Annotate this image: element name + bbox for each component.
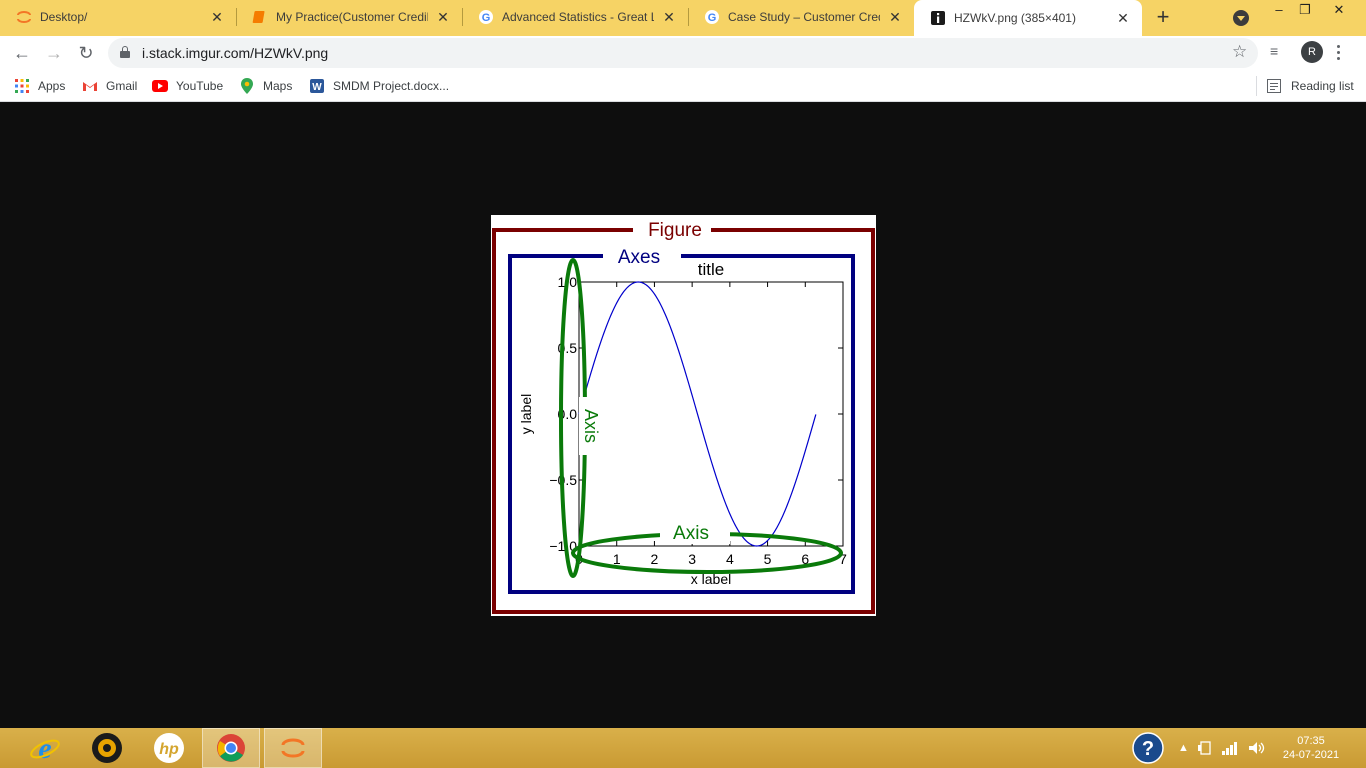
hp-icon[interactable]: hp — [140, 728, 198, 768]
chart-title: title — [698, 260, 724, 279]
battery-icon[interactable] — [1198, 728, 1214, 768]
address-bar[interactable]: i.stack.imgur.com/HZWkV.png ☆ — [108, 38, 1258, 68]
bookmark-label: Gmail — [106, 79, 138, 93]
restore-icon[interactable]: ❐ — [1290, 0, 1320, 20]
media-player-icon[interactable] — [78, 728, 136, 768]
matplotlib-anatomy-image[interactable]: Figure Axes title x label y label 012345… — [491, 215, 876, 616]
clock-date: 24-07-2021 — [1282, 749, 1340, 761]
tab-my-practice[interactable]: My Practice(Customer Credibil ✕ — [236, 0, 462, 34]
volume-icon[interactable] — [1248, 728, 1266, 768]
tab-title: HZWkV.png (385×401) — [954, 11, 1076, 25]
reading-list-button[interactable]: Reading list — [1256, 76, 1354, 96]
windows-taskbar: e hp ? ▲ 07:35 24-07-2021 — [0, 728, 1366, 768]
figure-svg: Figure Axes title x label y label 012345… — [492, 220, 875, 614]
bookmark-maps[interactable]: Maps — [239, 76, 292, 96]
bookmark-youtube[interactable]: YouTube — [152, 76, 223, 96]
network-icon[interactable] — [1222, 728, 1240, 768]
lock-icon[interactable] — [120, 46, 130, 58]
jupyter-icon — [16, 9, 32, 25]
x-tick-label: 1 — [613, 551, 621, 567]
notebook-icon — [252, 9, 268, 25]
word-icon: W — [309, 78, 325, 94]
browser-toolbar: ← → ↻ i.stack.imgur.com/HZWkV.png ☆ — [0, 36, 1366, 70]
tab-title: Case Study – Customer Credib — [728, 10, 880, 24]
reading-list-icon — [1267, 78, 1283, 94]
close-icon[interactable]: ✕ — [660, 8, 678, 26]
forward-icon[interactable]: → — [42, 41, 66, 65]
tab-title: Desktop/ — [40, 10, 88, 24]
close-icon[interactable]: ✕ — [434, 8, 452, 26]
x-tick-label: 2 — [651, 551, 659, 567]
imgur-icon — [930, 10, 946, 26]
maps-icon — [239, 78, 255, 94]
help-icon[interactable]: ? — [1132, 728, 1164, 768]
tab-advanced-statistics[interactable]: G Advanced Statistics - Great Lea ✕ — [462, 0, 688, 34]
bookmark-gmail[interactable]: Gmail — [82, 76, 137, 96]
jupyter-icon[interactable] — [264, 728, 322, 768]
google-icon: G — [478, 9, 494, 25]
reading-list-label: Reading list — [1291, 79, 1354, 93]
bookmark-star-icon[interactable]: ☆ — [1232, 42, 1247, 62]
bookmark-label: Apps — [38, 79, 66, 93]
clock-time: 07:35 — [1297, 735, 1325, 747]
bookmark-smdm-project[interactable]: W SMDM Project.docx... — [309, 76, 449, 96]
bookmark-label: YouTube — [176, 79, 224, 93]
apps-grid-icon — [14, 78, 30, 94]
axes-annotation: Axes — [618, 247, 660, 268]
bookmark-apps[interactable]: Apps — [14, 76, 65, 96]
tab-strip: Desktop/ ✕ My Practice(Customer Credibil… — [0, 0, 1366, 36]
gmail-icon — [82, 78, 98, 94]
y-axis-label: y label — [518, 394, 534, 434]
x-tick-label: 5 — [764, 551, 772, 567]
back-icon[interactable]: ← — [10, 41, 34, 65]
close-icon[interactable]: ✕ — [886, 8, 904, 26]
svg-text:W: W — [312, 82, 322, 93]
svg-text:e: e — [38, 732, 51, 764]
x-tick-label: 4 — [726, 551, 734, 567]
x-axis-annotation: Axis — [673, 523, 709, 544]
menu-icon[interactable] — [1334, 42, 1342, 62]
tab-title: Advanced Statistics - Great Lea — [502, 10, 654, 24]
new-tab-button[interactable]: + — [1152, 6, 1174, 29]
tab-title: My Practice(Customer Credibil — [276, 10, 428, 24]
figure-annotation: Figure — [648, 220, 702, 241]
close-icon[interactable]: ✕ — [1114, 9, 1132, 27]
system-clock[interactable]: 07:35 24-07-2021 — [1276, 734, 1346, 762]
tab-search-icon[interactable] — [1233, 10, 1249, 26]
svg-text:hp: hp — [159, 741, 179, 758]
bookmarks-bar: Apps Gmail YouTube Maps W SMDM Project.d… — [0, 70, 1366, 102]
y-axis-annotation: Axis — [581, 409, 601, 443]
reload-icon[interactable]: ↻ — [74, 41, 98, 65]
reading-mode-icon[interactable]: ≡ — [1270, 43, 1278, 59]
bookmark-label: SMDM Project.docx... — [333, 79, 450, 93]
image-viewer: Figure Axes title x label y label 012345… — [0, 103, 1366, 728]
svg-text:?: ? — [1142, 738, 1154, 760]
chrome-icon[interactable] — [202, 728, 260, 768]
close-icon[interactable]: ✕ — [208, 8, 226, 26]
internet-explorer-icon[interactable]: e — [16, 728, 74, 768]
youtube-icon — [152, 78, 168, 94]
tab-hzwkv-png[interactable]: HZWkV.png (385×401) ✕ — [914, 0, 1142, 36]
plot-area — [578, 281, 844, 547]
svg-text:G: G — [482, 12, 491, 24]
tab-case-study[interactable]: G Case Study – Customer Credib ✕ — [688, 0, 914, 34]
profile-avatar[interactable]: R — [1301, 41, 1323, 63]
tab-desktop[interactable]: Desktop/ ✕ — [0, 0, 236, 34]
svg-text:G: G — [708, 12, 717, 24]
x-tick-label: 3 — [688, 551, 696, 567]
window-close-icon[interactable]: ✕ — [1324, 0, 1354, 20]
tray-expand-icon[interactable]: ▲ — [1178, 728, 1189, 768]
bookmark-label: Maps — [263, 79, 293, 93]
google-icon: G — [704, 9, 720, 25]
url-text[interactable]: i.stack.imgur.com/HZWkV.png — [142, 45, 328, 61]
